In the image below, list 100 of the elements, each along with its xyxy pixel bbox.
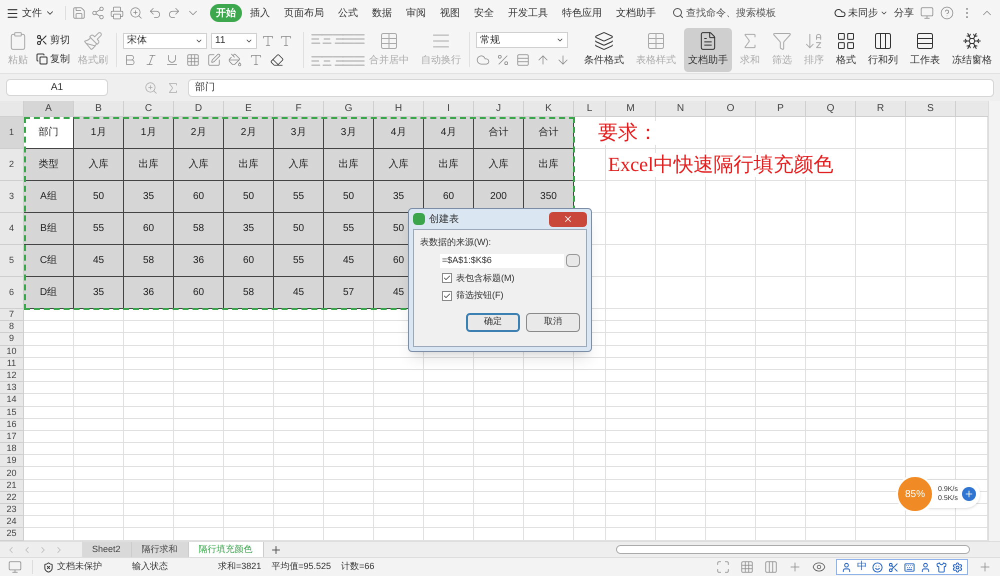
column-header[interactable]: F — [274, 101, 324, 117]
column-header[interactable]: N — [656, 101, 706, 117]
column-header[interactable]: Q — [806, 101, 856, 117]
column-header[interactable]: O — [706, 101, 756, 117]
row-header[interactable]: 11 — [0, 358, 24, 370]
toolbar-button[interactable]: 格式 — [832, 28, 860, 72]
toolbar-button[interactable]: 复制 — [36, 52, 70, 66]
row-header[interactable]: 12 — [0, 370, 24, 382]
row-header[interactable]: 22 — [0, 492, 24, 504]
table-cell: 36 — [174, 245, 224, 277]
column-header[interactable]: H — [374, 101, 424, 117]
table-cell: 35 — [124, 181, 174, 213]
share-button[interactable]: 分享 — [894, 6, 914, 20]
count-status: 计数=66 — [341, 560, 374, 574]
row-header[interactable]: 1 — [0, 117, 24, 149]
table-cell: B组 — [24, 213, 74, 245]
column-header[interactable]: L — [574, 101, 606, 117]
dialog-button[interactable]: 取消 — [526, 312, 580, 332]
row-header[interactable]: 5 — [0, 245, 24, 277]
toolbar-button[interactable]: 工作表 — [906, 28, 944, 72]
row-header[interactable]: 24 — [0, 516, 24, 528]
table-cell: 3月 — [274, 117, 324, 149]
ime-mode[interactable]: 中 — [857, 562, 867, 572]
row-header[interactable]: 10 — [0, 346, 24, 358]
table-cell: 45 — [74, 245, 124, 277]
table-cell: 60 — [124, 213, 174, 245]
table-cell: 35 — [224, 213, 274, 245]
range-field[interactable]: =$A$1:$K$6 — [440, 254, 564, 268]
table-cell: 出库 — [424, 149, 474, 181]
row-header[interactable]: 15 — [0, 406, 24, 419]
table-cell: 35 — [374, 181, 424, 213]
column-header[interactable]: M — [606, 101, 656, 117]
row-header[interactable]: 16 — [0, 418, 24, 431]
ribbon-tab[interactable]: 插入 — [244, 4, 276, 22]
ribbon-tab[interactable]: 审阅 — [400, 4, 432, 22]
column-header[interactable]: B — [74, 101, 124, 117]
row-header[interactable]: 18 — [0, 443, 24, 456]
protection-status[interactable]: 文档未保护 — [57, 560, 102, 574]
column-header[interactable]: A — [24, 101, 74, 117]
sync-button[interactable]: 未同步 — [834, 6, 888, 20]
row-header[interactable]: 6 — [0, 277, 24, 309]
column-header[interactable]: G — [324, 101, 374, 117]
ribbon-tab[interactable]: 视图 — [434, 4, 466, 22]
table-cell: C组 — [24, 245, 74, 277]
font-name-field[interactable]: 宋体 — [123, 32, 207, 48]
table-cell: 50 — [74, 181, 124, 213]
row-header[interactable]: 25 — [0, 528, 24, 541]
row-header[interactable]: 7 — [0, 309, 24, 322]
sheet-tab[interactable]: 隔行求和 — [132, 542, 189, 558]
row-header[interactable]: 17 — [0, 430, 24, 444]
row-header[interactable]: 3 — [0, 181, 24, 213]
column-header[interactable]: P — [756, 101, 806, 117]
toolbar-button[interactable]: 行和列 — [864, 28, 902, 72]
ribbon-tab[interactable]: 文档助手 — [610, 4, 662, 22]
row-header[interactable]: 13 — [0, 382, 24, 394]
table-cell: 出库 — [124, 149, 174, 181]
toolbar-button[interactable]: 文档助手 — [684, 28, 732, 72]
column-header[interactable]: J — [474, 101, 524, 117]
table-cell: 58 — [224, 277, 274, 309]
row-header[interactable]: 21 — [0, 480, 24, 492]
column-header[interactable]: E — [224, 101, 274, 117]
table-cell: 2月 — [224, 117, 274, 149]
table-cell: D组 — [24, 277, 74, 309]
column-header[interactable]: K — [524, 101, 574, 117]
ribbon-tab[interactable]: 开发工具 — [502, 4, 554, 22]
row-header[interactable]: 19 — [0, 455, 24, 468]
ribbon-tab[interactable]: 安全 — [468, 4, 500, 22]
row-header[interactable]: 2 — [0, 149, 24, 181]
font-size-field[interactable]: 11 — [211, 32, 257, 48]
ribbon-tab[interactable]: 页面布局 — [278, 4, 330, 22]
toolbar-button[interactable]: 剪切 — [36, 32, 70, 48]
formula-field[interactable]: 部门 — [188, 78, 994, 96]
sheet-tab[interactable]: Sheet2 — [82, 542, 132, 558]
row-header[interactable]: 20 — [0, 467, 24, 480]
table-cell: 55 — [324, 213, 374, 245]
ribbon-tab[interactable]: 特色应用 — [556, 4, 608, 22]
name-box[interactable]: A1 — [6, 79, 108, 96]
row-header[interactable]: 8 — [0, 321, 24, 334]
table-cell: 出库 — [524, 149, 574, 181]
toolbar-button[interactable]: 条件格式 — [580, 28, 628, 72]
ribbon-tab[interactable]: 数据 — [366, 4, 398, 22]
row-header[interactable]: 4 — [0, 213, 24, 245]
ribbon-tab[interactable]: 公式 — [332, 4, 364, 22]
average-status: 平均值=95.525 — [271, 560, 332, 574]
column-header[interactable]: D — [174, 101, 224, 117]
table-cell: 入库 — [74, 149, 124, 181]
row-header[interactable]: 9 — [0, 333, 24, 346]
row-header[interactable]: 14 — [0, 394, 24, 406]
number-format-field[interactable]: 常规 — [476, 32, 568, 48]
table-cell: 35 — [74, 277, 124, 309]
toolbar-button[interactable]: 冻结窗格 — [948, 28, 996, 72]
table-cell: 55 — [274, 181, 324, 213]
file-menu[interactable]: 文件 — [6, 6, 55, 20]
column-header[interactable]: C — [124, 101, 174, 117]
dialog-button[interactable]: 确定 — [466, 312, 520, 332]
column-header[interactable]: I — [424, 101, 474, 117]
command-search[interactable]: 查找命令、搜索模板 — [672, 6, 776, 20]
column-header[interactable]: R — [856, 101, 906, 117]
column-header[interactable]: S — [906, 101, 956, 117]
row-header[interactable]: 23 — [0, 504, 24, 516]
